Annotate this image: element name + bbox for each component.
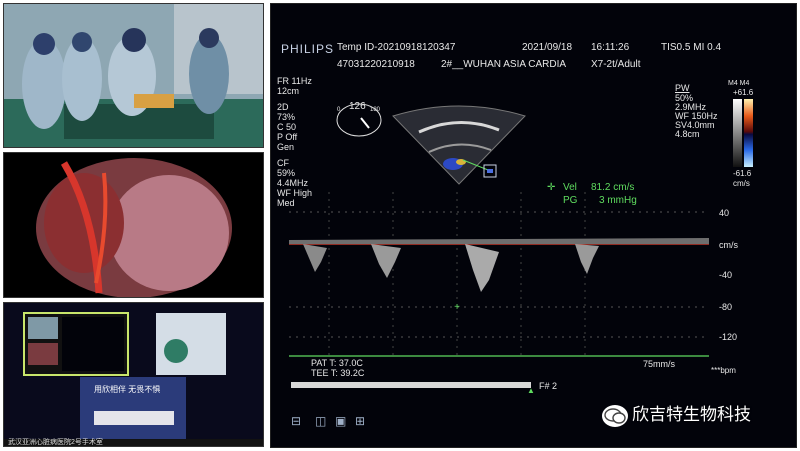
timeline-marker-icon: ▲ (527, 386, 535, 395)
meeting-caption: 武汉亚洲心脏病医院2号手术室 (8, 439, 103, 446)
velocity-colorbar (733, 99, 753, 167)
scale-minus-40: -40 (719, 270, 733, 280)
param-persist: P Off (277, 132, 298, 142)
svg-text:+: + (454, 302, 460, 313)
export-icon: ⊞ (355, 414, 366, 428)
angle-min: 0 (337, 107, 341, 113)
frame-number: F# 2 (539, 381, 558, 391)
probe-icon: ⊟ (291, 414, 302, 428)
endoscope-scene (4, 153, 263, 297)
angle-value: 126 (349, 101, 366, 112)
param-compress: C 50 (277, 122, 297, 132)
scale-minus-120: -120 (719, 332, 738, 342)
cine-timeline[interactable] (291, 382, 531, 388)
display-icon: ◫ (315, 414, 327, 428)
sample-volume-icon (483, 164, 497, 178)
param-mode: Gen (277, 142, 295, 152)
watermark-text: 欣吉特生物科技 (632, 405, 751, 424)
patient-id: 47031220210918 (337, 59, 415, 70)
tee-temperature: TEE T: 39.2C (311, 368, 365, 378)
angle-max: 180 (370, 107, 381, 113)
param-2d: 2D (277, 102, 289, 112)
sweep-speed: 75mm/s (643, 359, 676, 369)
exam-date: 2021/09/18 (522, 42, 573, 53)
wechat-icon (602, 405, 628, 427)
video-conference-panel: 用欣相伴 无畏不惧 武汉亚洲心脏病医院2号手术室 (3, 302, 264, 447)
scale-minus-80: -80 (719, 302, 733, 312)
patient-temperature: PAT T: 37.0C (311, 358, 363, 368)
endoscope-video (3, 152, 264, 298)
colorbar-min: -61.6 (733, 169, 752, 178)
param-frame-rate: FR 11Hz (277, 76, 312, 86)
colorbar-unit: cm/s (733, 179, 750, 188)
heart-rate: ***bpm (711, 366, 736, 375)
tis-mi: TIS0.5 MI 0.4 (661, 42, 722, 53)
pw-parameters: 50% 2.9MHz WF 150Hz SV4.0mm 4.8cm (675, 94, 718, 139)
scale-unit: cm/s (719, 240, 738, 250)
exam-time: 16:11:26 (591, 42, 630, 53)
2d-sector-image (392, 105, 526, 185)
meeting-banner-text: 用欣相伴 无畏不惧 (94, 385, 161, 394)
record-icon: ▣ (335, 414, 347, 428)
temp-id: Temp ID-20210918120347 (337, 42, 456, 53)
probe-name: X7-2t/Adult (591, 59, 641, 70)
hospital-name: 2#__WUHAN ASIA CARDIA (441, 59, 567, 70)
pw-title: PW (675, 83, 690, 93)
param-cf-gain: 59% (277, 168, 296, 178)
doppler-spectrum: + (289, 192, 709, 360)
operating-room-scene (4, 4, 263, 147)
conference-layout (4, 303, 263, 446)
colorbar-max: +61.6 (733, 88, 754, 97)
param-depth: 12cm (277, 86, 300, 96)
pw-depth: 4.8cm (675, 129, 700, 139)
param-cf-freq: 4.4MHz (277, 178, 309, 188)
imaging-parameters: FR 11Hz 12cm 2D 73% C 50 P Off Gen CF 59… (277, 76, 312, 208)
echocardiogram-display: PHILIPS Temp ID-20210918120347 2021/09/1… (270, 3, 797, 448)
param-cf: CF (277, 158, 289, 168)
brand-logo: PHILIPS (281, 42, 335, 56)
operating-room-video (3, 3, 264, 148)
scale-40: 40 (719, 208, 730, 218)
param-2d-gain: 73% (277, 112, 296, 122)
